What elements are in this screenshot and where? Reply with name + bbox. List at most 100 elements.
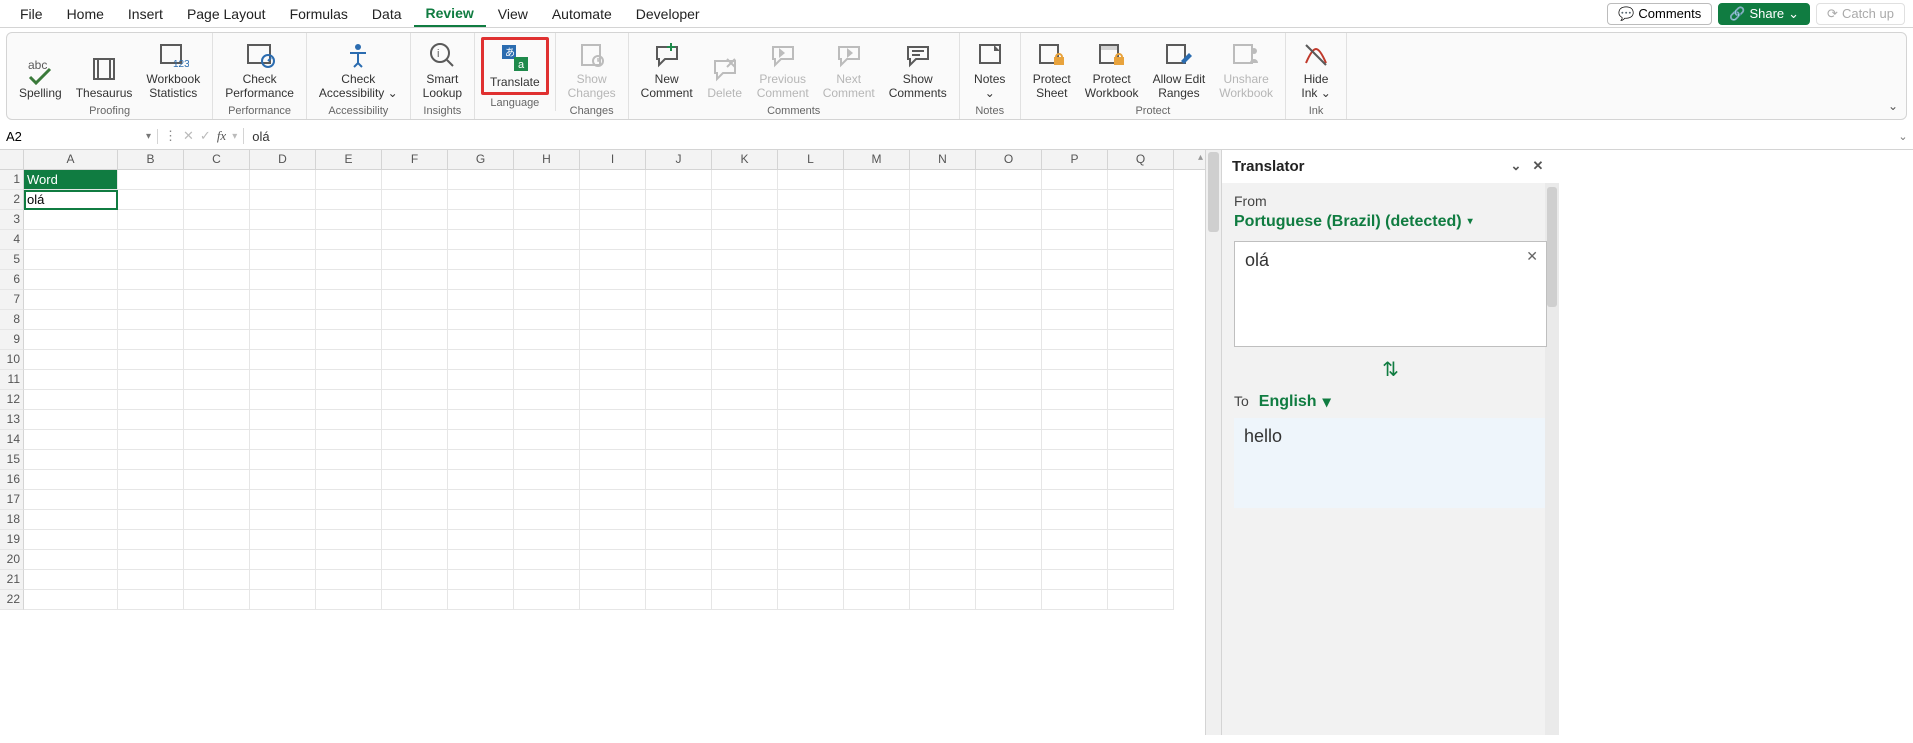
cell-O21[interactable] <box>976 570 1042 590</box>
cell-C11[interactable] <box>184 370 250 390</box>
cell-C17[interactable] <box>184 490 250 510</box>
cell-G1[interactable] <box>448 170 514 190</box>
cell-C15[interactable] <box>184 450 250 470</box>
cell-Q16[interactable] <box>1108 470 1174 490</box>
cell-D17[interactable] <box>250 490 316 510</box>
cell-F21[interactable] <box>382 570 448 590</box>
row-header-13[interactable]: 13 <box>0 410 24 430</box>
cell-C3[interactable] <box>184 210 250 230</box>
column-header-Q[interactable]: Q <box>1108 150 1174 169</box>
cell-G21[interactable] <box>448 570 514 590</box>
cell-D6[interactable] <box>250 270 316 290</box>
cell-K2[interactable] <box>712 190 778 210</box>
cell-I18[interactable] <box>580 510 646 530</box>
cell-H20[interactable] <box>514 550 580 570</box>
cell-J13[interactable] <box>646 410 712 430</box>
cell-J8[interactable] <box>646 310 712 330</box>
cell-L21[interactable] <box>778 570 844 590</box>
cell-P22[interactable] <box>1042 590 1108 610</box>
cell-H10[interactable] <box>514 350 580 370</box>
ribbon-collapse-icon[interactable]: ⌄ <box>1888 99 1898 113</box>
row-header-1[interactable]: 1 <box>0 170 24 190</box>
cell-Q13[interactable] <box>1108 410 1174 430</box>
cell-H17[interactable] <box>514 490 580 510</box>
cell-H11[interactable] <box>514 370 580 390</box>
cell-I12[interactable] <box>580 390 646 410</box>
cell-H5[interactable] <box>514 250 580 270</box>
cell-A9[interactable] <box>24 330 118 350</box>
cell-F5[interactable] <box>382 250 448 270</box>
cell-N10[interactable] <box>910 350 976 370</box>
cell-F16[interactable] <box>382 470 448 490</box>
cell-A21[interactable] <box>24 570 118 590</box>
cell-N16[interactable] <box>910 470 976 490</box>
cell-C20[interactable] <box>184 550 250 570</box>
cell-F17[interactable] <box>382 490 448 510</box>
cell-F4[interactable] <box>382 230 448 250</box>
cell-P10[interactable] <box>1042 350 1108 370</box>
cell-E15[interactable] <box>316 450 382 470</box>
workbook-statistics-button[interactable]: 123WorkbookStatistics <box>140 37 206 103</box>
allow-edit-ranges-button[interactable]: Allow EditRanges <box>1147 37 1212 103</box>
cell-J19[interactable] <box>646 530 712 550</box>
cell-B6[interactable] <box>118 270 184 290</box>
cell-H4[interactable] <box>514 230 580 250</box>
cell-I8[interactable] <box>580 310 646 330</box>
cell-G4[interactable] <box>448 230 514 250</box>
tab-developer[interactable]: Developer <box>624 2 712 26</box>
grid-scroll-up-icon[interactable]: ▴ <box>1198 152 1203 163</box>
cell-L10[interactable] <box>778 350 844 370</box>
cell-O20[interactable] <box>976 550 1042 570</box>
cell-E10[interactable] <box>316 350 382 370</box>
cell-D22[interactable] <box>250 590 316 610</box>
cell-M21[interactable] <box>844 570 910 590</box>
cell-N1[interactable] <box>910 170 976 190</box>
cell-K18[interactable] <box>712 510 778 530</box>
cell-P11[interactable] <box>1042 370 1108 390</box>
cell-N21[interactable] <box>910 570 976 590</box>
cell-J6[interactable] <box>646 270 712 290</box>
cell-H22[interactable] <box>514 590 580 610</box>
cell-N22[interactable] <box>910 590 976 610</box>
comments-chip[interactable]: 💬 Comments <box>1607 3 1712 25</box>
cell-I19[interactable] <box>580 530 646 550</box>
cell-K8[interactable] <box>712 310 778 330</box>
row-header-9[interactable]: 9 <box>0 330 24 350</box>
cell-F11[interactable] <box>382 370 448 390</box>
cell-F2[interactable] <box>382 190 448 210</box>
tab-file[interactable]: File <box>8 2 55 26</box>
cell-M13[interactable] <box>844 410 910 430</box>
cell-J15[interactable] <box>646 450 712 470</box>
cell-O7[interactable] <box>976 290 1042 310</box>
swap-languages-button[interactable]: ⇅ <box>1234 357 1547 382</box>
cell-H21[interactable] <box>514 570 580 590</box>
cell-P9[interactable] <box>1042 330 1108 350</box>
cell-H2[interactable] <box>514 190 580 210</box>
cell-D12[interactable] <box>250 390 316 410</box>
cell-H12[interactable] <box>514 390 580 410</box>
cell-F6[interactable] <box>382 270 448 290</box>
cell-B18[interactable] <box>118 510 184 530</box>
cell-J2[interactable] <box>646 190 712 210</box>
cell-I15[interactable] <box>580 450 646 470</box>
cell-P5[interactable] <box>1042 250 1108 270</box>
cell-G11[interactable] <box>448 370 514 390</box>
cell-O6[interactable] <box>976 270 1042 290</box>
cell-J5[interactable] <box>646 250 712 270</box>
scrollbar-thumb[interactable] <box>1208 152 1219 232</box>
row-header-19[interactable]: 19 <box>0 530 24 550</box>
cell-K1[interactable] <box>712 170 778 190</box>
cell-L9[interactable] <box>778 330 844 350</box>
to-language-select[interactable]: English ▾ <box>1259 392 1331 412</box>
cell-E2[interactable] <box>316 190 382 210</box>
cell-C13[interactable] <box>184 410 250 430</box>
from-language-select[interactable]: Portuguese (Brazil) (detected) ▾ <box>1234 213 1547 231</box>
cell-P3[interactable] <box>1042 210 1108 230</box>
cell-Q8[interactable] <box>1108 310 1174 330</box>
cell-F19[interactable] <box>382 530 448 550</box>
cell-L11[interactable] <box>778 370 844 390</box>
column-header-C[interactable]: C <box>184 150 250 169</box>
cell-P8[interactable] <box>1042 310 1108 330</box>
cell-Q18[interactable] <box>1108 510 1174 530</box>
cell-K12[interactable] <box>712 390 778 410</box>
